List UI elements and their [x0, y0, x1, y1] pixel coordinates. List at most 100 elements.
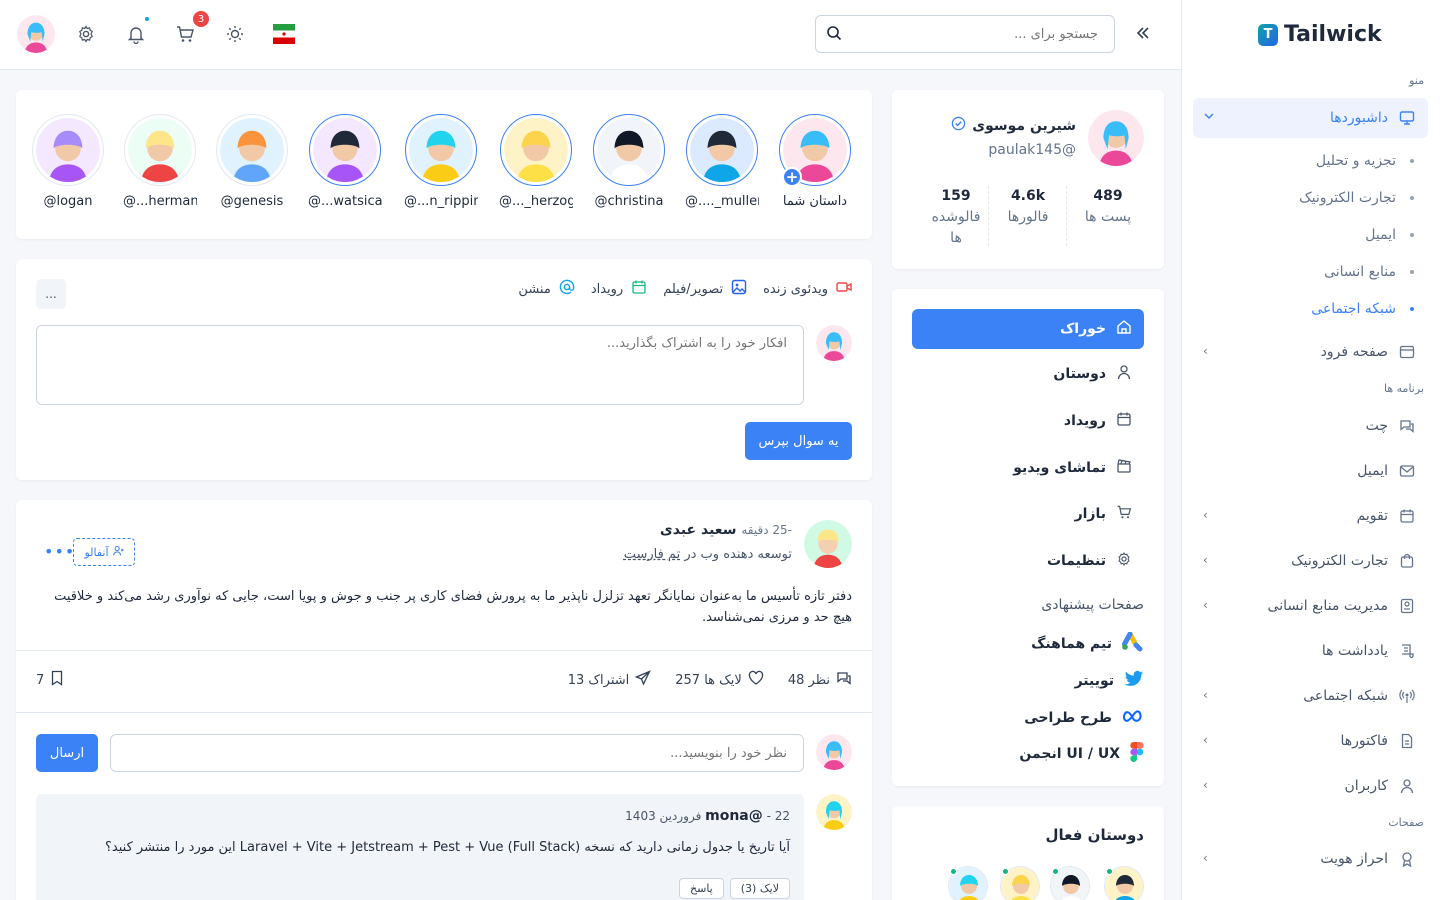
sidebar-item-users[interactable]: ‹ کاربران — [1193, 766, 1428, 806]
story-item[interactable]: @logan — [31, 114, 105, 209]
suggested-page-twitter[interactable]: توییتر — [944, 666, 1144, 696]
video-icon — [836, 279, 852, 299]
sidebar-sub-hr[interactable]: منابع انسانی — [1214, 257, 1414, 287]
bullet-icon — [1410, 233, 1414, 237]
sidebar-item-email[interactable]: ایمیل — [1193, 451, 1428, 491]
unfollow-button[interactable]: آنفالو — [73, 538, 135, 566]
calendar-icon — [1398, 507, 1416, 525]
active-friend[interactable] — [1050, 866, 1090, 900]
sidebar-item-hrm[interactable]: ‹ مدیریت منابع انسانی — [1193, 586, 1428, 626]
sidebar-item-social[interactable]: ‹ شبکه اجتماعی — [1193, 676, 1428, 716]
add-story-icon[interactable]: + — [782, 167, 802, 187]
nav-marketplace[interactable]: بازار — [912, 494, 1144, 534]
profile-name[interactable]: شیرین موسوی — [972, 118, 1076, 134]
shares-count: 13 اشتراک — [567, 672, 630, 688]
reply-username[interactable]: mona@ — [705, 808, 763, 824]
story-item[interactable]: + داستان شما — [778, 114, 852, 209]
story-item[interactable]: @...herman — [123, 114, 197, 209]
post-composer: ویدئوی زنده تصویر/فیلم رویداد منشن ... ی… — [16, 259, 872, 480]
notifications-button[interactable] — [124, 16, 150, 48]
comments-button[interactable]: 48 نظر — [788, 670, 852, 690]
id-card-icon — [1398, 597, 1416, 615]
story-ring — [309, 114, 381, 186]
post-author-avatar[interactable] — [804, 520, 852, 568]
reply-comment: mona@ - 22 فروردین 1403 آیا تاریخ یا جدو… — [36, 794, 804, 900]
calendar-icon — [631, 279, 647, 299]
sidebar-sub-social[interactable]: شبکه اجتماعی — [1214, 294, 1414, 324]
story-item[interactable]: @genesis — [215, 114, 289, 209]
user-avatar-menu[interactable] — [17, 15, 55, 53]
mention-button[interactable]: منشن — [518, 279, 575, 299]
photo-video-button[interactable]: تصویر/فیلم — [663, 279, 747, 299]
reply-author-avatar[interactable] — [816, 794, 852, 830]
story-ring — [593, 114, 665, 186]
share-button[interactable]: 13 اشتراک — [568, 670, 652, 690]
story-avatar — [313, 118, 377, 182]
suggested-pages-heading: صفحات پیشنهادی — [1041, 597, 1144, 613]
search-input[interactable] — [816, 26, 1114, 42]
story-ring — [405, 114, 477, 186]
active-friend[interactable] — [948, 866, 988, 900]
send-comment-button[interactable]: ارسال — [36, 734, 98, 772]
sidebar-item-label: شبکه اجتماعی — [1303, 688, 1388, 704]
suggested-page-design[interactable]: طرح طراحی — [944, 703, 1144, 733]
sidebar-item-landing[interactable]: ‹ صفحه فرود — [1193, 332, 1428, 372]
story-item[interactable]: @...._muller — [685, 114, 759, 209]
avatar-image — [804, 520, 852, 568]
post-options-icon[interactable]: ••• — [44, 542, 75, 561]
sidebar-item-ecommerce[interactable]: ‹ تجارت الکترونیک — [1193, 541, 1428, 581]
profile-avatar[interactable] — [1088, 110, 1144, 166]
ask-question-button[interactable]: یه سوال بپرس — [745, 422, 852, 460]
nav-settings[interactable]: تنظیمات — [912, 541, 1144, 581]
sidebar-item-chat[interactable]: چت — [1193, 406, 1428, 446]
stat-value: 4.6k — [1010, 188, 1046, 204]
brand-logo[interactable]: T Tailwick — [1258, 22, 1382, 47]
bookmark-button[interactable]: 7 — [36, 670, 64, 690]
stat-label: فالورها — [1007, 209, 1049, 225]
language-flag-button[interactable] — [272, 20, 296, 48]
composer-textarea[interactable] — [36, 325, 804, 405]
sidebar-sub-email[interactable]: ایمیل — [1214, 220, 1414, 250]
comment-input[interactable] — [110, 734, 804, 772]
story-item[interactable]: @..._herzog — [499, 114, 573, 209]
sub-label: شبکه اجتماعی — [1311, 301, 1396, 317]
nav-watch-video[interactable]: تماشای ویدیو — [912, 448, 1144, 488]
story-item[interactable]: @christina — [592, 114, 666, 209]
story-item[interactable]: @...watsica — [308, 114, 382, 209]
sidebar-item-dashboards[interactable]: داشبوردها — [1193, 98, 1428, 138]
topbar: 3 — [0, 0, 1181, 70]
sidebar-item-label: کاربران — [1344, 778, 1388, 794]
sidebar-item-calendar[interactable]: ‹ تقویم — [1193, 496, 1428, 536]
suggested-page-team[interactable]: تیم هماهنگ — [944, 629, 1144, 659]
like-button[interactable]: 257 لایک ها — [675, 670, 764, 690]
post-body: دفتر تازه تأسیس ما به‌عنوان نمایانگر تعه… — [54, 589, 852, 625]
sidebar-sub-analytics[interactable]: تجزیه و تحلیل — [1214, 146, 1414, 176]
settings-button[interactable] — [74, 20, 98, 48]
nav-friends[interactable]: دوستان — [912, 354, 1144, 394]
collapse-sidebar-button[interactable] — [1135, 22, 1151, 46]
post-author-name[interactable]: سعید عبدی — [660, 522, 737, 538]
active-friend[interactable] — [1000, 866, 1040, 900]
nav-feed[interactable]: خوراک — [912, 309, 1144, 349]
file-text-icon — [1398, 732, 1416, 750]
company-link[interactable]: تم فارست — [624, 547, 681, 562]
active-friend[interactable] — [1104, 866, 1144, 900]
cart-button[interactable]: 3 — [173, 11, 209, 48]
suggested-page-uiux[interactable]: انجمن UI / UX — [944, 739, 1144, 769]
nav-events[interactable]: رویداد — [912, 401, 1144, 441]
section-pages: صفحات — [1388, 816, 1424, 829]
reply-like-button[interactable]: لایک (3) — [729, 878, 790, 899]
event-button[interactable]: رویداد — [591, 279, 647, 299]
chevron-left-icon: ‹ — [1203, 778, 1208, 792]
composer-more-button[interactable]: ... — [36, 279, 66, 309]
reply-answer-button[interactable]: پاسخ — [679, 878, 724, 899]
sidebar-item-auth[interactable]: ‹ احراز هویت — [1193, 839, 1428, 879]
sidebar-sub-ecommerce[interactable]: تجارت الکترونیک — [1214, 183, 1414, 213]
live-video-button[interactable]: ویدئوی زنده — [763, 279, 852, 299]
story-item[interactable]: @...n_rippin — [404, 114, 478, 209]
section-menu: منو — [1409, 74, 1424, 87]
sidebar-item-invoices[interactable]: ‹ فاکتورها — [1193, 721, 1428, 761]
sidebar-item-notes[interactable]: یادداشت ها — [1193, 631, 1428, 671]
theme-toggle-button[interactable] — [223, 20, 247, 48]
chevron-left-icon: ‹ — [1203, 851, 1208, 865]
